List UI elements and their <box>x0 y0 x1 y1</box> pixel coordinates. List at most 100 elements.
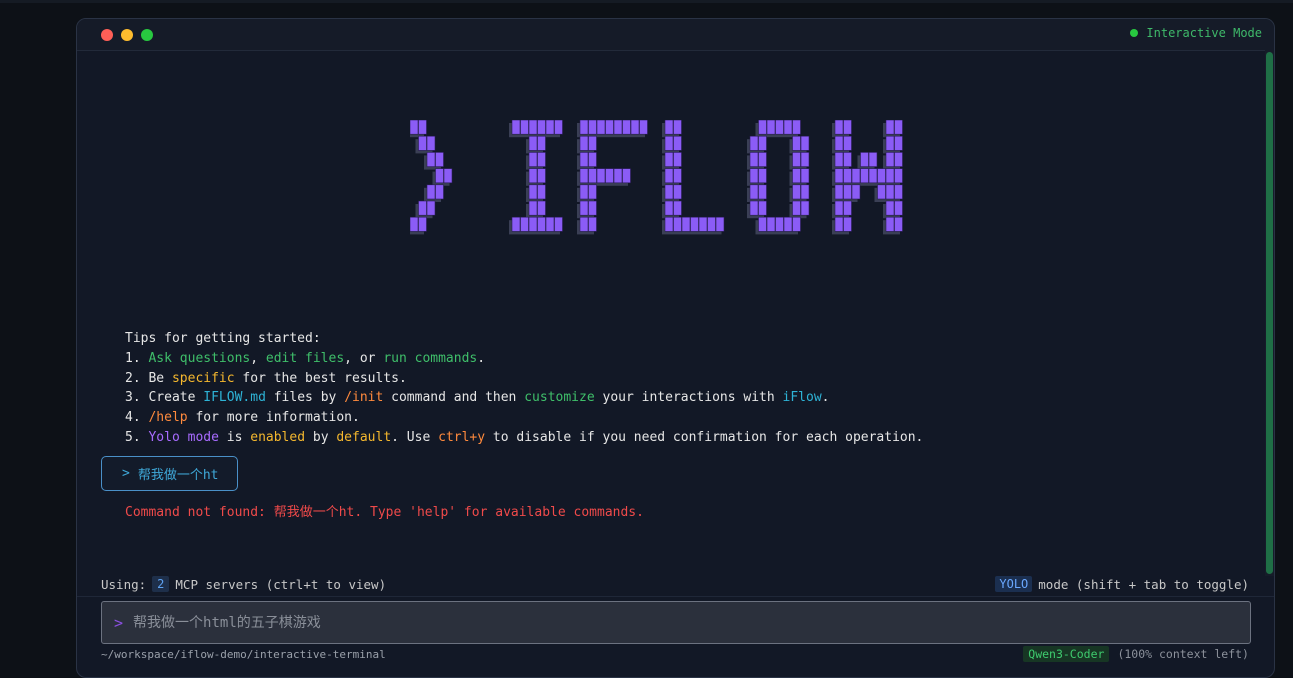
logo-block <box>546 217 554 231</box>
logo-block <box>674 185 682 199</box>
logo-block <box>419 201 427 215</box>
logo-block <box>521 217 529 231</box>
logo-block <box>665 217 673 231</box>
logo-block <box>852 169 860 183</box>
logo-block <box>623 169 631 183</box>
tip-segment: 1. <box>125 351 148 366</box>
context-left-text: (100% context left) <box>1117 647 1249 661</box>
logo-block <box>793 185 801 199</box>
logo-block <box>580 120 588 134</box>
status-dot-icon <box>1130 29 1138 37</box>
divider <box>77 596 1274 597</box>
previous-command: > 帮我做一个ht <box>101 456 238 491</box>
logo-block <box>886 201 894 215</box>
logo-block <box>614 120 622 134</box>
logo-block <box>844 201 852 215</box>
tip-segment: for the best results. <box>235 371 407 386</box>
logo-block <box>580 169 588 183</box>
tip-segment: by <box>305 430 336 445</box>
terminal-window: Interactive Mode Tips for getting starte… <box>76 18 1275 678</box>
logo-block <box>623 120 631 134</box>
tips-section: Tips for getting started: 1. Ask questio… <box>125 329 923 448</box>
logo-block <box>665 152 673 166</box>
close-window-button[interactable] <box>101 29 113 41</box>
maximize-window-button[interactable] <box>141 29 153 41</box>
iflow-ascii-logo <box>410 120 940 290</box>
logo-block <box>640 120 648 134</box>
logo-block <box>589 152 597 166</box>
model-badge[interactable]: Qwen3-Coder <box>1023 646 1109 662</box>
mode-indicator: Interactive Mode <box>1130 26 1262 40</box>
logo-block <box>869 169 877 183</box>
logo-block <box>580 152 588 166</box>
error-message: Command not found: 帮我做一个ht. Type 'help' … <box>125 501 644 520</box>
logo-block <box>589 201 597 215</box>
using-label: Using: <box>101 577 146 592</box>
logo-block <box>597 169 605 183</box>
logo-block <box>665 169 673 183</box>
logo-block <box>750 169 758 183</box>
logo-block <box>835 185 843 199</box>
logo-block <box>844 217 852 231</box>
mode-label: Interactive Mode <box>1146 26 1262 40</box>
logo-block <box>589 217 597 231</box>
logo-block <box>410 217 418 231</box>
logo-block <box>436 185 444 199</box>
prompt-chevron-icon: > <box>114 614 123 632</box>
logo-block <box>555 120 563 134</box>
logo-block <box>589 169 597 183</box>
logo-block <box>674 169 682 183</box>
logo-block <box>674 120 682 134</box>
logo-block <box>606 169 614 183</box>
logo-block <box>759 136 767 150</box>
logo-block <box>750 136 758 150</box>
logo-block <box>844 120 852 134</box>
tip-segment: . <box>822 390 830 405</box>
logo-block <box>606 120 614 134</box>
logo-block <box>869 152 877 166</box>
logo-block <box>419 217 427 231</box>
tips-heading: Tips for getting started: <box>125 329 923 349</box>
logo-block <box>691 217 699 231</box>
logo-block <box>776 120 784 134</box>
logo-block <box>512 120 520 134</box>
logo-block <box>750 152 758 166</box>
logo-block <box>750 185 758 199</box>
command-input[interactable] <box>131 614 1235 632</box>
command-input-bar[interactable]: > <box>101 601 1251 644</box>
logo-block <box>895 136 903 150</box>
logo-block <box>529 201 537 215</box>
logo-block <box>793 120 801 134</box>
logo-block <box>878 169 886 183</box>
tip-segment: IFLOW.md <box>203 390 266 405</box>
tip-segment: run commands <box>383 351 477 366</box>
prompt-chevron-icon: > <box>122 466 130 481</box>
logo-block <box>708 217 716 231</box>
logo-block <box>895 185 903 199</box>
minimize-window-button[interactable] <box>121 29 133 41</box>
logo-block <box>674 136 682 150</box>
tip-segment: specific <box>172 371 235 386</box>
logo-block <box>589 120 597 134</box>
logo-block <box>716 217 724 231</box>
logo-block <box>419 136 427 150</box>
logo-block <box>844 185 852 199</box>
mcp-count-badge: 2 <box>152 576 169 592</box>
logo-block <box>538 201 546 215</box>
tip-segment: . <box>477 351 485 366</box>
logo-block <box>793 217 801 231</box>
logo-block <box>427 152 435 166</box>
logo-block <box>801 152 809 166</box>
logo-block <box>674 201 682 215</box>
logo-block <box>861 152 869 166</box>
tip-segment: . Use <box>391 430 438 445</box>
window-titlebar: Interactive Mode <box>77 19 1274 51</box>
tip-segment: default <box>336 430 391 445</box>
yolo-badge[interactable]: YOLO <box>995 576 1032 592</box>
logo-block <box>597 120 605 134</box>
logo-block <box>589 136 597 150</box>
logo-block <box>529 136 537 150</box>
scrollbar[interactable] <box>1265 50 1274 576</box>
scrollbar-thumb[interactable] <box>1266 52 1273 574</box>
logo-block <box>784 217 792 231</box>
